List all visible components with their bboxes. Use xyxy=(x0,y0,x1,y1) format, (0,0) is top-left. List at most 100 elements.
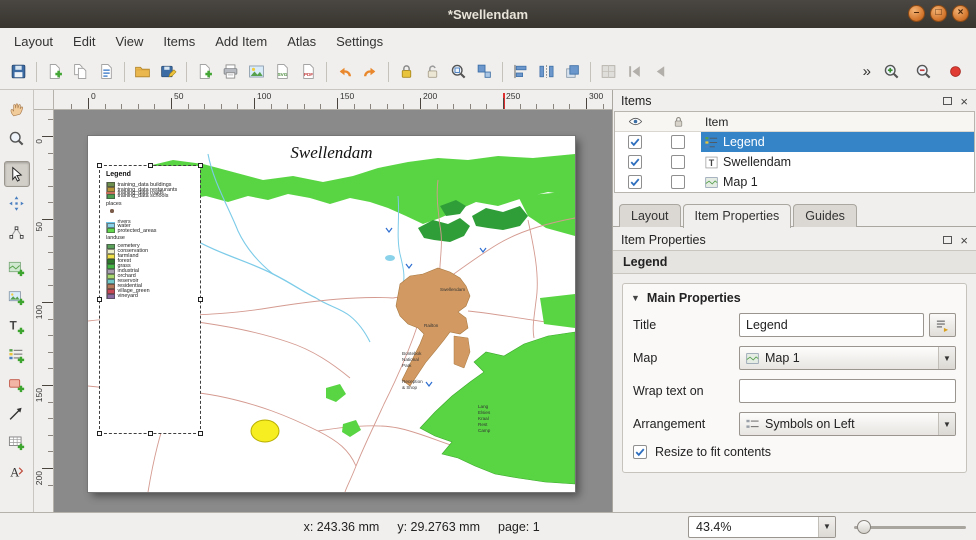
atlas-prev-button[interactable] xyxy=(648,59,673,84)
add-arrow-tool[interactable] xyxy=(4,400,30,426)
menu-add-item[interactable]: Add Item xyxy=(205,30,277,53)
tab-item-properties[interactable]: Item Properties xyxy=(683,204,792,228)
selection-handle[interactable] xyxy=(97,163,102,168)
add-map-tool[interactable] xyxy=(4,255,30,281)
distribute-items-button[interactable] xyxy=(534,59,559,84)
open-template-button[interactable] xyxy=(130,59,155,84)
map-title-item[interactable]: Swellendam xyxy=(88,143,575,163)
add-table-tool[interactable] xyxy=(4,429,30,455)
zoom-slider[interactable] xyxy=(854,516,966,538)
add-legend-tool[interactable] xyxy=(4,342,30,368)
export-pdf-button[interactable]: PDF xyxy=(296,59,321,84)
lock-checkbox[interactable] xyxy=(671,135,685,149)
move-item-content-tool[interactable] xyxy=(4,190,30,216)
minimize-button[interactable]: – xyxy=(908,5,925,22)
menu-items[interactable]: Items xyxy=(153,30,205,53)
menu-view[interactable]: View xyxy=(105,30,153,53)
status-red-dot[interactable] xyxy=(943,59,968,84)
panel-float-button[interactable] xyxy=(943,236,952,244)
add-pages-button[interactable] xyxy=(192,59,217,84)
save-template-button[interactable] xyxy=(156,59,181,84)
menu-atlas[interactable]: Atlas xyxy=(277,30,326,53)
menu-edit[interactable]: Edit xyxy=(63,30,105,53)
legend-item[interactable]: Legend training_data buildingstraining_d… xyxy=(100,166,200,433)
selection-handle[interactable] xyxy=(198,163,203,168)
atlas-settings-button[interactable] xyxy=(596,59,621,84)
zoom-level-combo[interactable]: 43.4% ▼ xyxy=(688,516,836,538)
tab-guides[interactable]: Guides xyxy=(793,204,857,227)
selection-handle[interactable] xyxy=(97,297,102,302)
raise-items-button[interactable] xyxy=(560,59,585,84)
pan-layout-tool[interactable] xyxy=(4,96,30,122)
atlas-first-button[interactable] xyxy=(622,59,647,84)
edit-nodes-tool[interactable] xyxy=(4,219,30,245)
toolbar-overflow-button[interactable]: » xyxy=(855,63,879,80)
selection-handle[interactable] xyxy=(198,431,203,436)
selection-handle[interactable] xyxy=(148,431,153,436)
ruler-label: 150 xyxy=(34,388,44,402)
resize-to-fit-checkbox[interactable] xyxy=(633,445,647,459)
page-indicator: page: 1 xyxy=(498,520,540,534)
panel-close-button[interactable]: × xyxy=(960,234,968,247)
export-image-button[interactable] xyxy=(244,59,269,84)
add-scalebar-tool[interactable]: A xyxy=(4,458,30,484)
toolbar: SVGPDF » xyxy=(0,54,976,90)
item-row-map-1[interactable]: Map 1 xyxy=(615,172,974,192)
undo-button[interactable] xyxy=(332,59,357,84)
item-row-legend[interactable]: Legend xyxy=(615,132,974,152)
visibility-checkbox[interactable] xyxy=(628,155,642,169)
selection-handle[interactable] xyxy=(97,431,102,436)
maximize-button[interactable]: □ xyxy=(930,5,947,22)
ruler-tick xyxy=(88,98,89,109)
canvas-zoom-in-button[interactable] xyxy=(879,59,904,84)
save-project-button[interactable] xyxy=(6,59,31,84)
resize-items-button[interactable] xyxy=(472,59,497,84)
eye-icon xyxy=(628,114,643,129)
menu-layout[interactable]: Layout xyxy=(4,30,63,53)
selection-handle[interactable] xyxy=(148,163,153,168)
add-label-tool[interactable]: T xyxy=(4,313,30,339)
layout-manager-button[interactable] xyxy=(94,59,119,84)
legend-entry: landuse xyxy=(106,233,197,243)
tab-layout[interactable]: Layout xyxy=(619,204,681,227)
add-picture-tool[interactable] xyxy=(4,284,30,310)
statusbar: x: 243.36 mm y: 29.2763 mm page: 1 43.4%… xyxy=(0,512,976,540)
unlock-items-button[interactable] xyxy=(420,59,445,84)
select-move-item-tool[interactable] xyxy=(4,161,30,187)
ruler-label: 250 xyxy=(506,91,520,101)
duplicate-layout-button[interactable] xyxy=(68,59,93,84)
map-select[interactable]: Map 1 ▼ xyxy=(739,346,956,370)
canvas-zoom-out-button[interactable] xyxy=(911,59,936,84)
lock-items-button[interactable] xyxy=(394,59,419,84)
visibility-checkbox[interactable] xyxy=(628,135,642,149)
cursor-y-coordinate: y: 29.2763 mm xyxy=(397,520,480,534)
selection-handle[interactable] xyxy=(198,297,203,302)
export-svg-button[interactable]: SVG xyxy=(270,59,295,84)
zoom-slider-knob[interactable] xyxy=(857,520,871,534)
new-layout-button[interactable] xyxy=(42,59,67,84)
print-button[interactable] xyxy=(218,59,243,84)
zoom-full-button[interactable] xyxy=(446,59,471,84)
close-button[interactable]: × xyxy=(952,5,969,22)
visibility-checkbox[interactable] xyxy=(628,175,642,189)
wrap-text-input[interactable] xyxy=(739,379,956,403)
ruler-label: 0 xyxy=(91,91,96,101)
legend-title-input[interactable] xyxy=(739,313,924,337)
redo-button[interactable] xyxy=(358,59,383,84)
lock-checkbox[interactable] xyxy=(671,155,685,169)
add-shape-tool[interactable] xyxy=(4,371,30,397)
lock-checkbox[interactable] xyxy=(671,175,685,189)
panel-close-button[interactable]: × xyxy=(960,95,968,108)
item-row-swellendam[interactable]: TSwellendam xyxy=(615,152,974,172)
layout-canvas[interactable]: SwellendamRailtonBontebokNationalParkRec… xyxy=(54,110,612,512)
main-properties-header[interactable]: ▼ Main Properties xyxy=(623,284,966,310)
items-panel-title: Items xyxy=(621,94,652,108)
ruler-tick xyxy=(48,269,53,270)
panel-float-button[interactable] xyxy=(943,97,952,105)
ruler-tick xyxy=(221,104,222,109)
zoom-tool[interactable] xyxy=(4,125,30,151)
data-defined-override-button[interactable] xyxy=(929,313,956,337)
arrangement-select[interactable]: Symbols on Left ▼ xyxy=(739,412,956,436)
menu-settings[interactable]: Settings xyxy=(326,30,393,53)
align-items-button[interactable] xyxy=(508,59,533,84)
